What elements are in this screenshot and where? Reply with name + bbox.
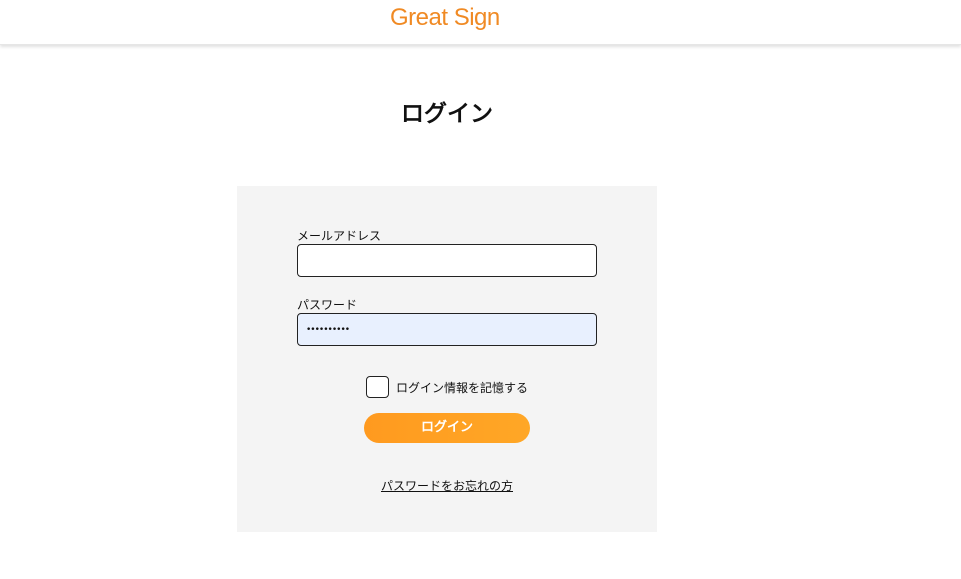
login-form-card: メールアドレス パスワード •••••••••• ログイン情報を記憶する ログイ…: [237, 186, 657, 532]
password-field[interactable]: ••••••••••: [297, 313, 597, 346]
password-label: パスワード: [297, 298, 358, 312]
login-button[interactable]: ログイン: [364, 413, 530, 443]
great-sign-logo[interactable]: Great Sign: [390, 4, 500, 32]
remember-login-checkbox[interactable]: [366, 376, 389, 398]
forgot-password-link-container: パスワードをお忘れの方: [237, 477, 657, 494]
remember-login-label: ログイン情報を記憶する: [396, 380, 529, 395]
page-title: ログイン: [401, 101, 493, 127]
forgot-password-link[interactable]: パスワードをお忘れの方: [381, 479, 513, 493]
email-field[interactable]: [297, 244, 597, 277]
password-field-value: ••••••••••: [306, 324, 350, 335]
email-label: メールアドレス: [297, 229, 382, 243]
top-header: Great Sign: [0, 0, 961, 45]
remember-login-row[interactable]: ログイン情報を記憶する: [366, 376, 528, 398]
